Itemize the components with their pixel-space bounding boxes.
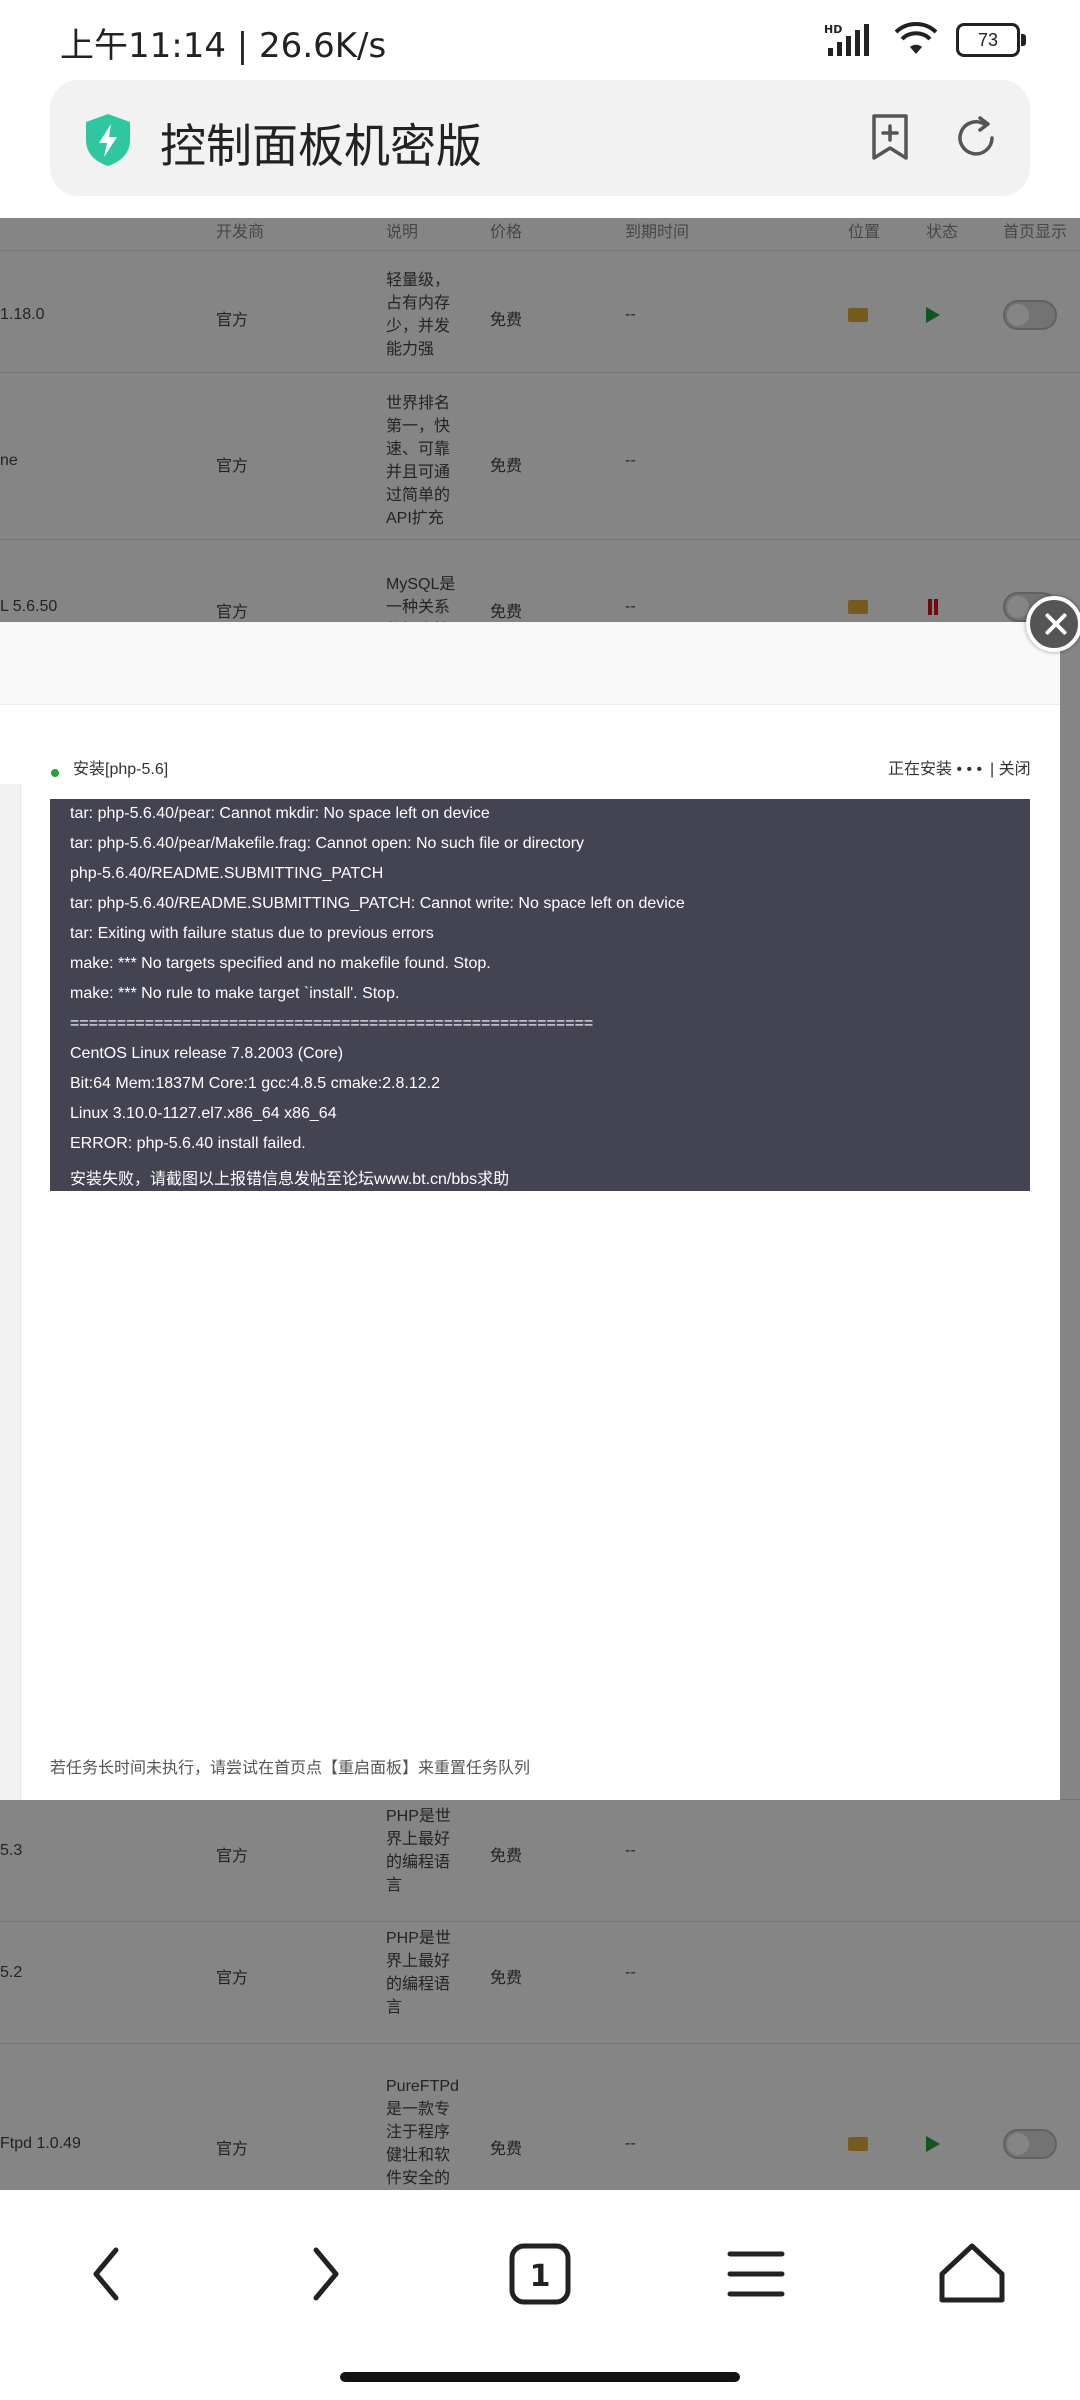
back-chevron-icon[interactable] — [68, 2234, 148, 2314]
log-line: php-5.6.40/README.SUBMITTING_PATCH — [70, 865, 384, 882]
task-running-dot — [51, 769, 59, 777]
status-icons: HD 73 — [824, 20, 1026, 60]
page-title: 控制面板机密版 — [160, 119, 482, 173]
log-line: tar: php-5.6.40/pear/Makefile.frag: Cann… — [70, 835, 585, 852]
browser-bottom-nav: 1 — [0, 2190, 1080, 2400]
queue-hint: 若任务长时间未执行，请尝试在首页点【重启面板】来重置任务队列 — [50, 1760, 531, 1777]
log-line: CentOS Linux release 7.8.2003 (Core) — [70, 1045, 344, 1062]
close-dialog-icon[interactable] — [1026, 596, 1080, 652]
log-line: make: *** No rule to make target `instal… — [70, 985, 400, 1002]
battery-icon: 73 — [956, 23, 1026, 57]
gesture-home-bar[interactable] — [340, 2372, 740, 2382]
install-log: tar: php-5.6.40/pear: Cannot mkdir: No s… — [50, 799, 1030, 1191]
add-bookmark-icon[interactable] — [864, 112, 916, 164]
log-line: Linux 3.10.0-1127.el7.x86_64 x86_64 — [70, 1105, 337, 1122]
shield-bolt-icon — [86, 114, 130, 166]
signal-icon: HD — [824, 23, 869, 56]
task-name: 安装[php-5.6] — [73, 761, 169, 778]
dialog-header — [0, 622, 1060, 705]
status-bar: 上午11:14 | 26.6K/s HD 73 — [0, 0, 1080, 80]
address-bar[interactable]: 控制面板机密版 — [50, 80, 1030, 196]
svg-text:HD: HD — [824, 23, 842, 36]
log-line: tar: php-5.6.40/README.SUBMITTING_PATCH:… — [70, 895, 685, 912]
log-line: Bit:64 Mem:1837M Core:1 gcc:4.8.5 cmake:… — [70, 1075, 440, 1092]
log-line: ERROR: php-5.6.40 install failed. — [70, 1135, 306, 1152]
menu-icon[interactable] — [716, 2234, 796, 2314]
log-line: make: *** No targets specified and no ma… — [70, 955, 491, 972]
tabs-icon[interactable]: 1 — [500, 2234, 580, 2314]
reload-icon[interactable] — [950, 112, 1002, 164]
status-time: 上午11:14 | 26.6K/s — [60, 26, 387, 66]
log-line: ========================================… — [70, 1015, 594, 1032]
log-line: tar: php-5.6.40/pear: Cannot mkdir: No s… — [70, 805, 490, 822]
log-line: tar: Exiting with failure status due to … — [70, 925, 434, 942]
task-close-link[interactable]: | 关闭 — [990, 755, 1031, 779]
svg-text:1: 1 — [530, 2259, 551, 2294]
home-icon[interactable] — [932, 2234, 1012, 2314]
task-status: 正在安装 • • • — [888, 761, 983, 778]
log-line: 安装失败，请截图以上报错信息发帖至论坛www.bt.cn/bbs求助 — [70, 1171, 510, 1188]
dialog-sidebar — [0, 784, 21, 1800]
wifi-icon — [894, 22, 938, 54]
forward-chevron-icon[interactable] — [284, 2234, 364, 2314]
